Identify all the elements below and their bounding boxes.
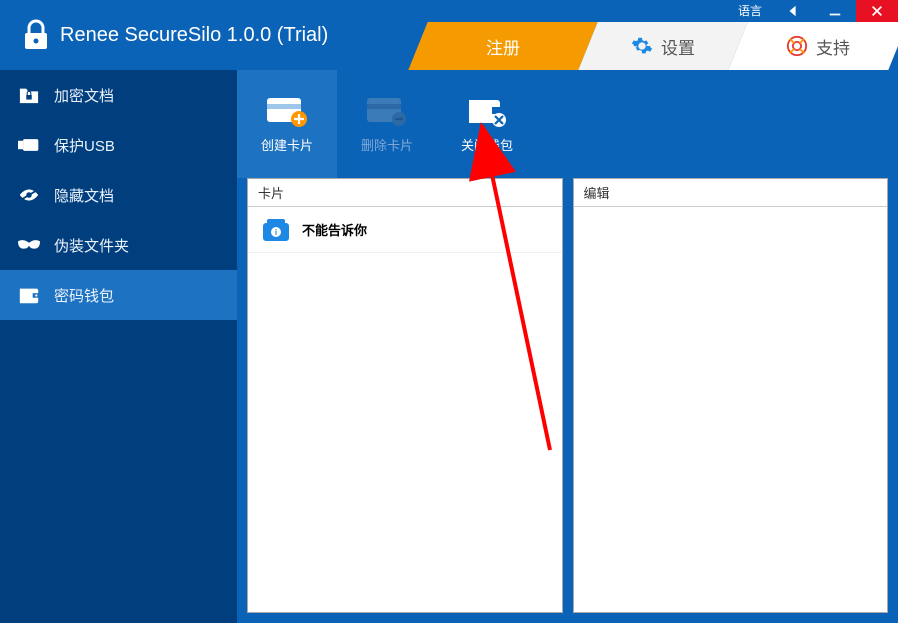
sidebar-item-usb[interactable]: 保护USB [0,120,237,170]
card-delete-icon [365,95,409,127]
card-add-icon [265,95,309,127]
card-item-name: 不能告诉你 [302,220,367,239]
lifebuoy-icon [786,35,808,57]
card-item[interactable]: i 不能告诉你 [248,207,562,253]
eye-off-icon [18,184,40,206]
sidebar-label: 伪装文件夹 [54,235,129,256]
sidebar: 加密文档 保护USB 隐藏文档 伪装文件夹 [0,70,237,623]
tab-settings[interactable]: 设置 [588,22,738,70]
folder-lock-icon [18,84,40,106]
toolbar-delete-card: 删除卡片 [337,70,437,178]
edit-body [574,207,888,612]
system-bar: 语言 [728,0,898,22]
sidebar-item-encrypt[interactable]: 加密文档 [0,70,237,120]
sidebar-item-hide[interactable]: 隐藏文档 [0,170,237,220]
app-title: Renee SecureSilo 1.0.0 (Trial) [60,24,328,47]
tab-register[interactable]: 注册 [418,22,588,70]
top-tabs: 注册 设置 支持 [438,22,898,70]
usb-icon [18,134,40,156]
minimize-button[interactable] [814,0,856,22]
title-area: Renee SecureSilo 1.0.0 (Trial) [0,19,430,51]
cards-pane: 卡片 i 不能告诉你 [247,178,563,613]
tab-register-label: 注册 [486,34,520,59]
content-area: 卡片 i 不能告诉你 编辑 [237,178,898,623]
toolbar-label: 创建卡片 [261,135,313,154]
app-window: 语言 Renee SecureSilo 1.0.0 (Trial) 注册 [0,0,898,623]
main-panel: 创建卡片 删除卡片 关闭钱包 卡片 [237,70,898,623]
sidebar-label: 隐藏文档 [54,185,114,206]
wallet-icon [18,284,40,306]
edit-pane: 编辑 [573,178,889,613]
sidebar-item-wallet[interactable]: 密码钱包 [0,270,237,320]
mask-icon [18,234,40,256]
sidebar-item-disguise[interactable]: 伪装文件夹 [0,220,237,270]
close-button[interactable] [856,0,898,22]
tab-settings-label: 设置 [661,34,695,59]
sidebar-label: 加密文档 [54,85,114,106]
card-info-icon: i [262,218,290,242]
cards-list: i 不能告诉你 [248,207,562,612]
close-icon [870,4,884,18]
edit-pane-header: 编辑 [574,179,888,207]
lock-icon [22,19,50,51]
toolbar-label: 关闭钱包 [461,135,513,154]
sidebar-label: 保护USB [54,135,115,156]
wallet-close-icon [465,95,509,127]
svg-text:i: i [275,228,277,237]
toolbar: 创建卡片 删除卡片 关闭钱包 [237,70,898,178]
language-button[interactable]: 语言 [728,0,772,22]
tab-support[interactable]: 支持 [738,22,898,70]
toolbar-label: 删除卡片 [361,135,413,154]
gear-icon [631,35,653,57]
sidebar-label: 密码钱包 [54,285,114,306]
triangle-left-icon [786,4,800,18]
toolbar-create-card[interactable]: 创建卡片 [237,70,337,178]
tab-support-label: 支持 [816,34,850,59]
body: 加密文档 保护USB 隐藏文档 伪装文件夹 [0,70,898,623]
cards-pane-header: 卡片 [248,179,562,207]
toolbar-close-wallet[interactable]: 关闭钱包 [437,70,537,178]
minimize-icon [828,4,842,18]
back-button[interactable] [772,0,814,22]
